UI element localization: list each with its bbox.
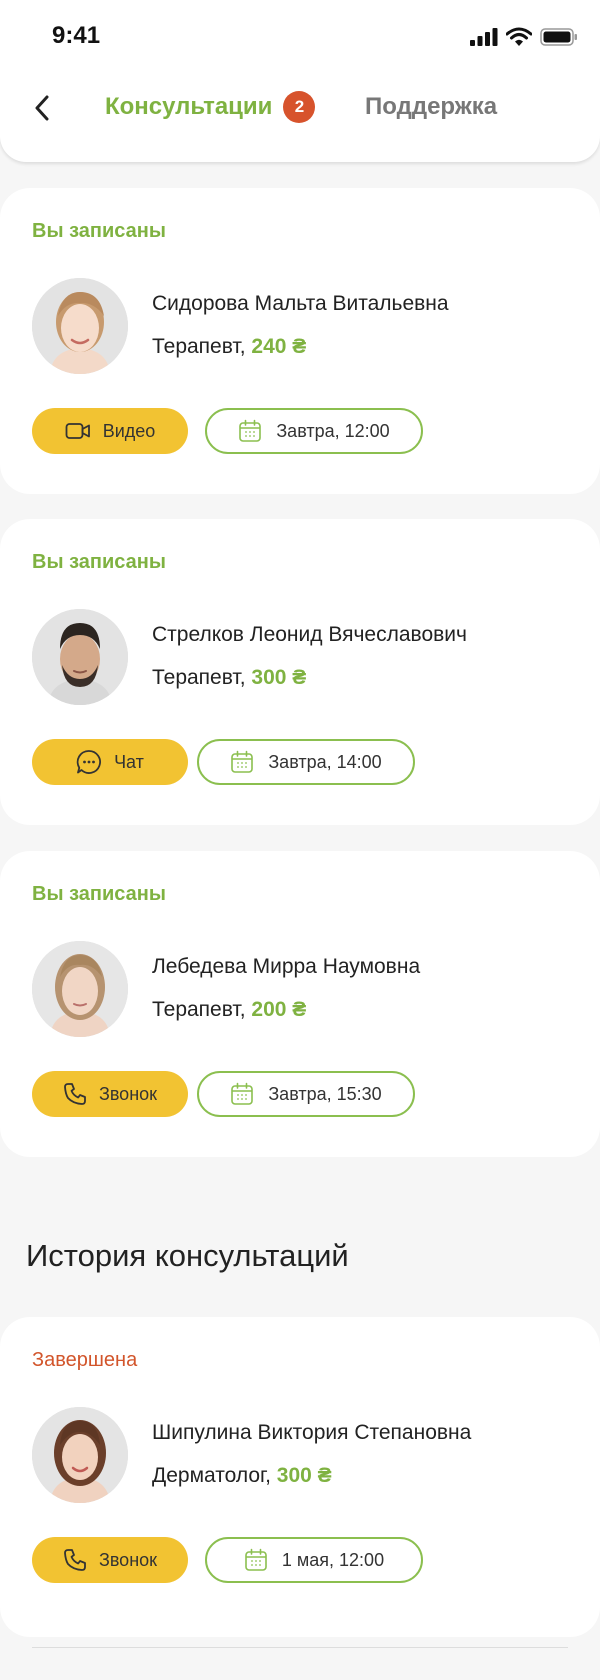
doctor-specialty-line: Терапевт, 240 ₴ <box>152 335 306 359</box>
doctor-specialty: Терапевт, <box>152 666 246 689</box>
consultation-type-label: Видео <box>102 420 156 441</box>
calendar-icon <box>244 1548 268 1572</box>
doctor-specialty-line: Дерматолог, 300 ₴ <box>152 1464 332 1488</box>
appointment-time-button[interactable]: Завтра, 12:00 <box>205 408 423 454</box>
consultation-type-label: Звонок <box>98 1083 158 1104</box>
calendar-icon <box>230 1082 254 1106</box>
doctor-specialty-line: Терапевт, 300 ₴ <box>152 666 306 690</box>
divider <box>32 1647 568 1648</box>
consultation-type-button[interactable]: Чат <box>32 739 188 785</box>
consultation-type-button[interactable]: Звонок <box>32 1071 188 1117</box>
avatar <box>32 1407 128 1503</box>
video-camera-icon <box>65 422 91 440</box>
doctor-name: Стрелков Леонид Вячеславович <box>152 623 467 646</box>
booking-status: Вы записаны <box>32 883 166 905</box>
notification-badge: 2 <box>283 91 316 123</box>
consultation-card[interactable]: Вы записаны Лебедева Мирра Наумовна Тера… <box>0 851 600 1157</box>
doctor-specialty: Терапевт, <box>152 998 246 1021</box>
back-button[interactable] <box>24 88 60 128</box>
avatar <box>32 941 128 1037</box>
phone-icon <box>63 1082 87 1106</box>
doctor-name: Сидорова Мальта Витальевна <box>152 292 449 315</box>
appointment-time: Завтра, 14:00 <box>268 751 382 772</box>
completed-status: Завершена <box>32 1349 138 1371</box>
doctor-name: Шипулина Виктория Степановна <box>152 1421 472 1444</box>
doctor-name: Лебедева Мирра Наумовна <box>152 955 421 978</box>
tab-support[interactable]: Поддержка <box>365 93 497 121</box>
chat-bubble-icon <box>76 749 102 775</box>
avatar <box>32 278 128 374</box>
appointment-time: Завтра, 12:00 <box>276 420 390 441</box>
consultation-card[interactable]: Вы записаны Сидорова Мальта Витальевна Т… <box>0 188 600 494</box>
booking-status: Вы записаны <box>32 551 166 573</box>
appointment-time-button[interactable]: Завтра, 14:00 <box>197 739 415 785</box>
tab-consultations[interactable]: Консультации 2 <box>105 91 316 123</box>
app-header: 9:41 Консультации 2 Поддержка <box>0 0 600 162</box>
calendar-icon <box>238 419 262 443</box>
booking-status: Вы записаны <box>32 220 166 242</box>
consultation-price: 300 ₴ <box>251 666 307 689</box>
calendar-icon <box>230 750 254 774</box>
history-card[interactable]: Завершена Шипулина Виктория Степановна Д… <box>0 1317 600 1648</box>
history-section-title: История консультаций <box>26 1238 349 1273</box>
doctor-specialty-line: Терапевт, 200 ₴ <box>152 998 306 1022</box>
consultation-type-button[interactable]: Видео <box>32 408 188 454</box>
signal-icon <box>470 28 498 46</box>
consultation-type-button[interactable]: Звонок <box>32 1537 188 1583</box>
consultation-price: 300 ₴ <box>276 1464 332 1487</box>
consultation-type-label: Чат <box>114 751 144 772</box>
appointment-time-button[interactable]: Завтра, 15:30 <box>197 1071 415 1117</box>
chevron-left-icon <box>34 95 50 121</box>
status-icons <box>470 27 578 47</box>
avatar <box>32 609 128 705</box>
status-time: 9:41 <box>52 22 101 49</box>
phone-icon <box>63 1548 87 1572</box>
consultation-price: 200 ₴ <box>251 998 307 1021</box>
tab-consultations-label: Консультации <box>105 93 273 120</box>
battery-icon <box>540 28 578 46</box>
appointment-time: Завтра, 15:30 <box>268 1083 382 1104</box>
consultation-type-label: Звонок <box>98 1549 158 1570</box>
consultation-card[interactable]: Вы записаны Стрелков Леонид Вячеславович… <box>0 519 600 825</box>
doctor-specialty: Дерматолог, <box>152 1464 271 1487</box>
consultation-price: 240 ₴ <box>251 335 307 358</box>
appointment-time-button[interactable]: 1 мая, 12:00 <box>205 1537 423 1583</box>
wifi-icon <box>506 27 532 47</box>
appointment-time: 1 мая, 12:00 <box>281 1549 385 1570</box>
doctor-specialty: Терапевт, <box>152 335 246 358</box>
